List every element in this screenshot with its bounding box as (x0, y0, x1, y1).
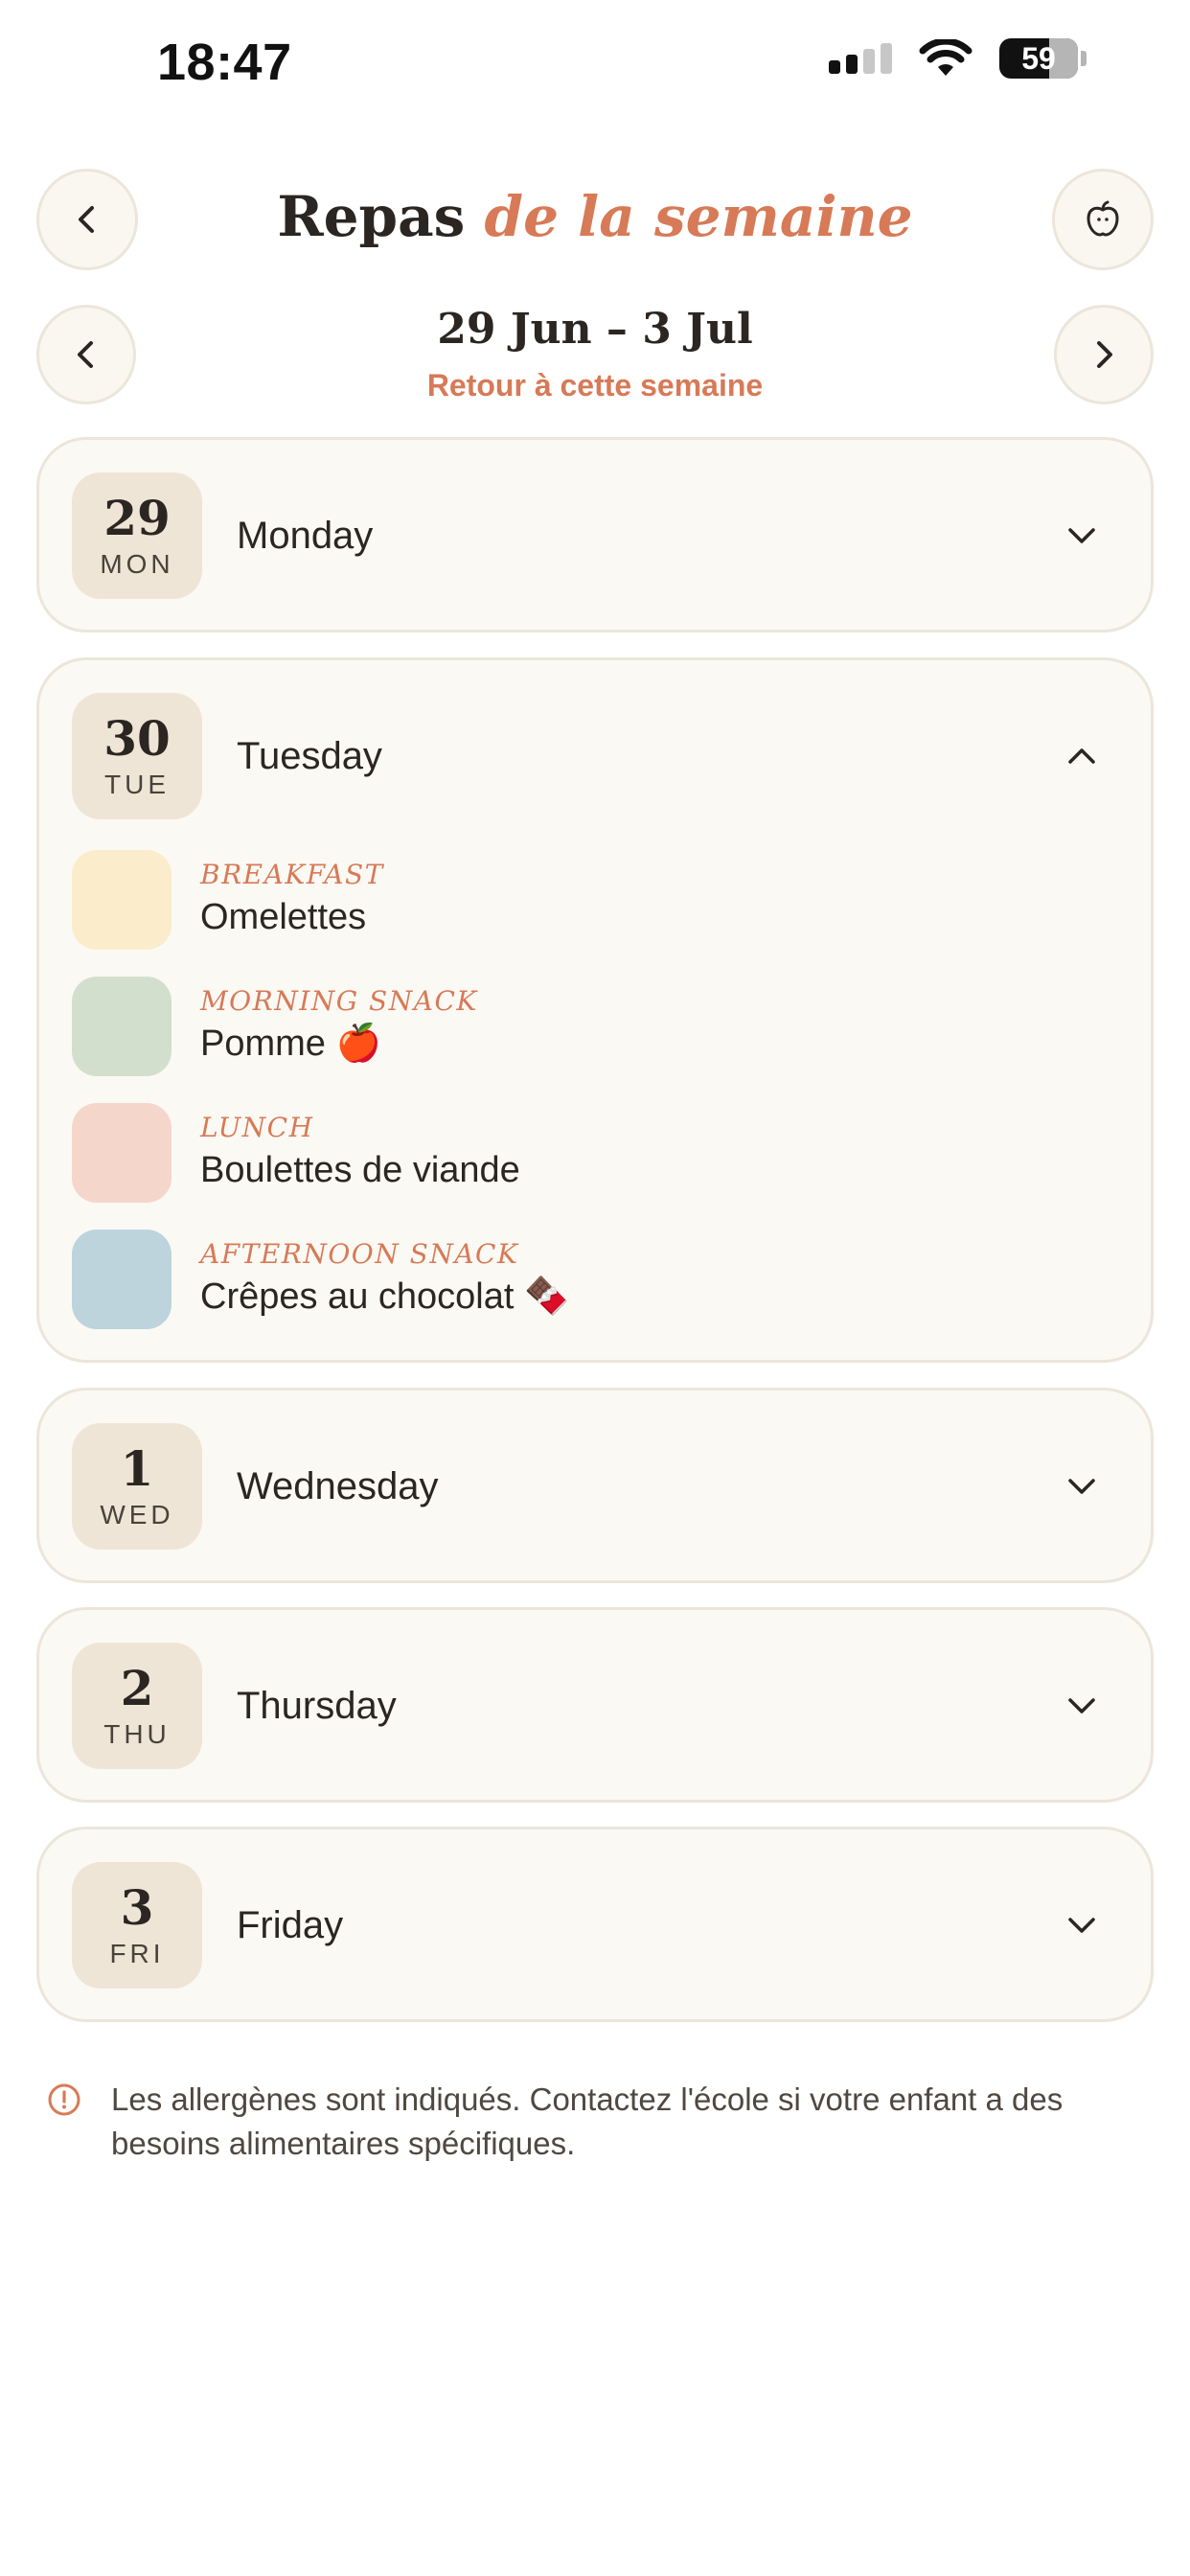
day-header[interactable]: 3 FRI Friday (72, 1862, 1151, 1989)
allergen-notice: Les allergènes sont indiqués. Contactez … (46, 2078, 1119, 2166)
meal-swatch (72, 1230, 172, 1329)
chevron-right-icon (1097, 341, 1112, 368)
chevron-up-icon[interactable] (1063, 737, 1101, 775)
day-name: Tuesday (237, 734, 382, 777)
nutrition-button[interactable] (1052, 169, 1154, 270)
meal-dish: Omelettes (200, 897, 367, 937)
chevron-down-icon[interactable] (1063, 517, 1101, 555)
wifi-icon (919, 39, 973, 76)
day-card-tuesday[interactable]: 30 TUE Tuesday BREAKFAST Omelettes MORNI… (36, 657, 1154, 1363)
meal-label: MORNING SNACK (200, 985, 478, 1017)
title-accent: de la semaine (484, 184, 913, 249)
date-number: 3 (120, 1879, 154, 1936)
date-weekday: THU (103, 1719, 171, 1749)
date-number: 29 (103, 490, 171, 546)
meal-swatch (72, 1103, 172, 1203)
meal-label: AFTERNOON SNACK (200, 1238, 519, 1270)
day-name: Friday (237, 1903, 344, 1946)
status-time: 18:47 (157, 34, 292, 91)
chevron-down-icon[interactable] (1063, 1467, 1101, 1506)
chevron-down-icon[interactable] (1063, 1906, 1101, 1944)
chevron-down-icon[interactable] (1063, 1687, 1101, 1725)
day-header[interactable]: 1 WED Wednesday (72, 1423, 1151, 1550)
meal-item-morning-snack[interactable]: MORNING SNACK Pomme 🍎 (72, 977, 1118, 1076)
day-card-friday[interactable]: 3 FRI Friday (36, 1827, 1154, 2022)
date-chip: 2 THU (72, 1643, 202, 1769)
page-title: Repas de la semaine (0, 184, 1190, 249)
meal-dish: Boulettes de viande (200, 1150, 520, 1190)
meal-swatch (72, 850, 172, 950)
date-chip: 3 FRI (72, 1862, 202, 1989)
date-number: 30 (103, 710, 171, 767)
meal-swatch (72, 977, 172, 1076)
date-chip: 30 TUE (72, 693, 202, 819)
date-chip: 29 MON (72, 472, 202, 599)
day-card-thursday[interactable]: 2 THU Thursday (36, 1607, 1154, 1803)
date-weekday: FRI (109, 1939, 165, 1968)
date-weekday: WED (100, 1500, 174, 1530)
battery-icon: 59 (999, 38, 1087, 79)
day-card-wednesday[interactable]: 1 WED Wednesday (36, 1388, 1154, 1583)
status-icons: 59 (829, 38, 1087, 79)
meal-dish: Pomme 🍎 (200, 1024, 381, 1064)
date-weekday: TUE (104, 770, 170, 799)
battery-level: 59 (1021, 40, 1056, 76)
cellular-signal-icon (829, 43, 892, 74)
meal-item-afternoon-snack[interactable]: AFTERNOON SNACK Crêpes au chocolat 🍫 (72, 1230, 1118, 1329)
back-to-this-week-link[interactable]: Retour à cette semaine (0, 368, 1190, 403)
meal-label: LUNCH (200, 1112, 314, 1143)
date-chip: 1 WED (72, 1423, 202, 1550)
day-header[interactable]: 30 TUE Tuesday (72, 693, 1151, 819)
apple-icon (1087, 200, 1119, 237)
day-card-monday[interactable]: 29 MON Monday (36, 437, 1154, 632)
meal-item-lunch[interactable]: LUNCH Boulettes de viande (72, 1103, 1118, 1203)
alert-circle-icon (48, 2083, 80, 2116)
meal-label: BREAKFAST (200, 859, 384, 890)
day-name: Monday (237, 514, 374, 557)
day-header[interactable]: 2 THU Thursday (72, 1643, 1151, 1769)
day-name: Wednesday (237, 1464, 439, 1507)
day-name: Thursday (237, 1684, 397, 1727)
week-range: 29 Jun – 3 Jul (437, 305, 753, 354)
allergen-notice-text: Les allergènes sont indiqués. Contactez … (111, 2082, 1064, 2161)
meal-item-breakfast[interactable]: BREAKFAST Omelettes (72, 850, 1118, 950)
date-number: 2 (120, 1660, 154, 1716)
date-number: 1 (120, 1440, 154, 1497)
title-main: Repas (277, 184, 466, 249)
meal-dish: Crêpes au chocolat 🍫 (200, 1276, 570, 1317)
date-weekday: MON (100, 549, 174, 579)
day-header[interactable]: 29 MON Monday (72, 472, 1151, 599)
next-week-button[interactable] (1054, 305, 1154, 404)
